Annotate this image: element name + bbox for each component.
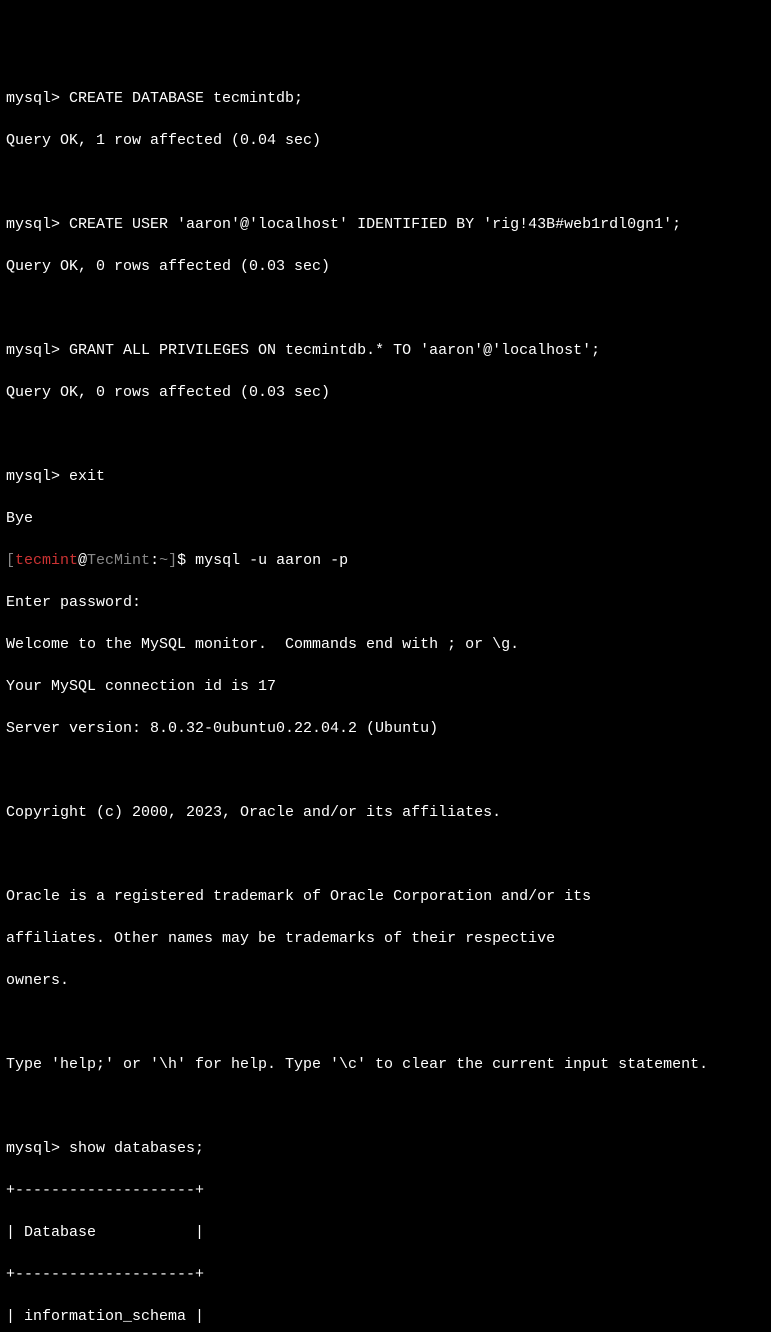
blank-line bbox=[6, 172, 765, 193]
sql-command: exit bbox=[69, 468, 105, 485]
terminal-output: Bye bbox=[6, 508, 765, 529]
shell-at: @ bbox=[78, 552, 87, 569]
terminal-output: Type 'help;' or '\h' for help. Type '\c'… bbox=[6, 1054, 765, 1075]
terminal-output: Server version: 8.0.32-0ubuntu0.22.04.2 … bbox=[6, 718, 765, 739]
sql-command: CREATE USER 'aaron'@'localhost' IDENTIFI… bbox=[69, 216, 681, 233]
table-border: +--------------------+ bbox=[6, 1264, 765, 1285]
terminal-line: mysql> exit bbox=[6, 466, 765, 487]
mysql-prompt: mysql> bbox=[6, 216, 69, 233]
mysql-prompt: mysql> bbox=[6, 342, 69, 359]
terminal-line: mysql> CREATE USER 'aaron'@'localhost' I… bbox=[6, 214, 765, 235]
shell-bracket-open: [ bbox=[6, 552, 15, 569]
terminal-line: mysql> show databases; bbox=[6, 1138, 765, 1159]
terminal-output: Enter password: bbox=[6, 592, 765, 613]
blank-line bbox=[6, 298, 765, 319]
table-header: | Database | bbox=[6, 1222, 765, 1243]
table-border: +--------------------+ bbox=[6, 1180, 765, 1201]
blank-line bbox=[6, 424, 765, 445]
shell-command: mysql -u aaron -p bbox=[195, 552, 348, 569]
shell-dollar: $ bbox=[177, 552, 195, 569]
terminal-output: Oracle is a registered trademark of Orac… bbox=[6, 886, 765, 907]
mysql-prompt: mysql> bbox=[6, 468, 69, 485]
sql-command: show databases; bbox=[69, 1140, 204, 1157]
shell-colon: : bbox=[150, 552, 159, 569]
mysql-prompt: mysql> bbox=[6, 1140, 69, 1157]
shell-path: ~ bbox=[159, 552, 168, 569]
blank-line bbox=[6, 1096, 765, 1117]
mysql-prompt: mysql> bbox=[6, 90, 69, 107]
terminal-output: Query OK, 0 rows affected (0.03 sec) bbox=[6, 382, 765, 403]
blank-line bbox=[6, 760, 765, 781]
terminal-output: affiliates. Other names may be trademark… bbox=[6, 928, 765, 949]
blank-line bbox=[6, 1012, 765, 1033]
terminal-line: mysql> GRANT ALL PRIVILEGES ON tecmintdb… bbox=[6, 340, 765, 361]
shell-host: TecMint bbox=[87, 552, 150, 569]
shell-bracket-close: ] bbox=[168, 552, 177, 569]
terminal-output: Welcome to the MySQL monitor. Commands e… bbox=[6, 634, 765, 655]
blank-line bbox=[6, 844, 765, 865]
table-row: | information_schema | bbox=[6, 1306, 765, 1327]
terminal-line: mysql> CREATE DATABASE tecmintdb; bbox=[6, 88, 765, 109]
terminal-output: Query OK, 0 rows affected (0.03 sec) bbox=[6, 256, 765, 277]
sql-command: GRANT ALL PRIVILEGES ON tecmintdb.* TO '… bbox=[69, 342, 600, 359]
shell-user: tecmint bbox=[15, 552, 78, 569]
terminal-output: Query OK, 1 row affected (0.04 sec) bbox=[6, 130, 765, 151]
terminal-line: [tecmint@TecMint:~]$ mysql -u aaron -p bbox=[6, 550, 765, 571]
terminal-output: Your MySQL connection id is 17 bbox=[6, 676, 765, 697]
terminal-output: owners. bbox=[6, 970, 765, 991]
terminal-output: Copyright (c) 2000, 2023, Oracle and/or … bbox=[6, 802, 765, 823]
sql-command: CREATE DATABASE tecmintdb; bbox=[69, 90, 303, 107]
